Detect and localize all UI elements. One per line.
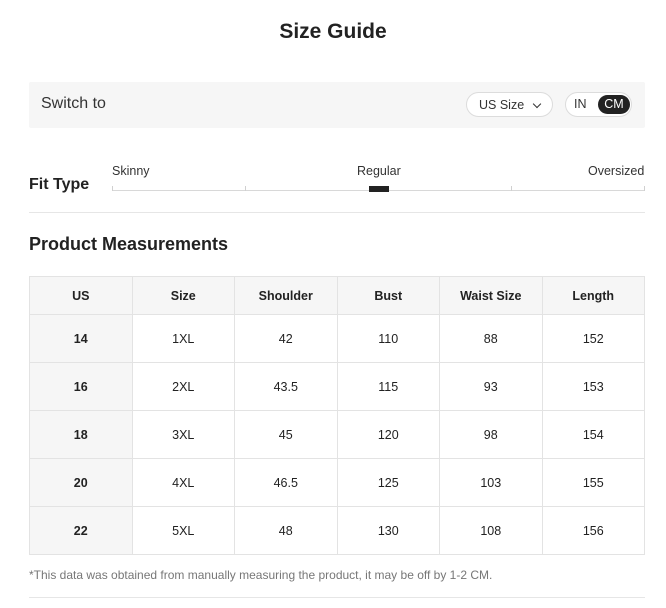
fit-option-skinny: Skinny <box>112 164 150 178</box>
size-system-value: US Size <box>479 97 525 112</box>
cell-size: 1XL <box>131 314 235 363</box>
fit-scale-tick <box>644 186 645 191</box>
divider <box>29 597 645 598</box>
fit-scale-tick <box>511 186 512 191</box>
chevron-down-icon <box>532 99 542 109</box>
fit-marker <box>369 186 389 192</box>
unit-toggle: IN CM <box>565 92 632 117</box>
measurement-disclaimer: *This data was obtained from manually me… <box>29 568 493 582</box>
cell-bust: 115 <box>336 362 440 411</box>
table-row: 22 5XL 48 130 108 156 <box>29 506 645 555</box>
cell-waist-size: 93 <box>439 362 543 411</box>
cell-us: 22 <box>29 506 133 555</box>
cell-length: 154 <box>541 410 645 459</box>
unit-in-option[interactable]: IN <box>574 97 587 111</box>
header-size: Size <box>131 276 235 315</box>
table-row: 20 4XL 46.5 125 103 155 <box>29 458 645 507</box>
table-row: 18 3XL 45 120 98 154 <box>29 410 645 459</box>
measurements-title: Product Measurements <box>29 234 229 254</box>
switch-label: Switch to <box>41 95 106 112</box>
cell-length: 153 <box>541 362 645 411</box>
header-waist-size: Waist Size <box>439 276 543 315</box>
table-row: 14 1XL 42 110 88 152 <box>29 314 645 363</box>
cell-bust: 125 <box>336 458 440 507</box>
fit-scale-tick <box>112 186 113 191</box>
cell-length: 152 <box>541 314 645 363</box>
cell-size: 4XL <box>131 458 235 507</box>
cell-waist-size: 103 <box>439 458 543 507</box>
cell-length: 155 <box>541 458 645 507</box>
cell-shoulder: 48 <box>234 506 338 555</box>
measurements-table: US Size Shoulder Bust Waist Size Length … <box>29 276 645 555</box>
cell-length: 156 <box>541 506 645 555</box>
cell-us: 16 <box>29 362 133 411</box>
fit-type-label: Fit Type <box>29 176 90 193</box>
header-bust: Bust <box>336 276 440 315</box>
divider <box>29 212 645 213</box>
unit-cm-option[interactable]: CM <box>598 95 630 114</box>
cell-bust: 120 <box>336 410 440 459</box>
cell-shoulder: 45 <box>234 410 338 459</box>
cell-size: 5XL <box>131 506 235 555</box>
unit-switch-bar: Switch to US Size IN CM <box>29 82 645 128</box>
cell-waist-size: 88 <box>439 314 543 363</box>
cell-shoulder: 43.5 <box>234 362 338 411</box>
size-system-select[interactable]: US Size <box>466 92 553 117</box>
cell-bust: 130 <box>336 506 440 555</box>
header-shoulder: Shoulder <box>234 276 338 315</box>
cell-waist-size: 98 <box>439 410 543 459</box>
cell-size: 3XL <box>131 410 235 459</box>
cell-shoulder: 42 <box>234 314 338 363</box>
cell-size: 2XL <box>131 362 235 411</box>
fit-scale-tick <box>245 186 246 191</box>
cell-us: 18 <box>29 410 133 459</box>
cell-us: 20 <box>29 458 133 507</box>
header-us: US <box>29 276 133 315</box>
header-length: Length <box>541 276 645 315</box>
page-title: Size Guide <box>279 20 387 43</box>
cell-waist-size: 108 <box>439 506 543 555</box>
table-header-row: US Size Shoulder Bust Waist Size Length <box>29 276 645 315</box>
table-row: 16 2XL 43.5 115 93 153 <box>29 362 645 411</box>
fit-option-oversized: Oversized <box>588 164 645 178</box>
cell-shoulder: 46.5 <box>234 458 338 507</box>
cell-bust: 110 <box>336 314 440 363</box>
fit-option-regular: Regular <box>357 164 401 178</box>
cell-us: 14 <box>29 314 133 363</box>
